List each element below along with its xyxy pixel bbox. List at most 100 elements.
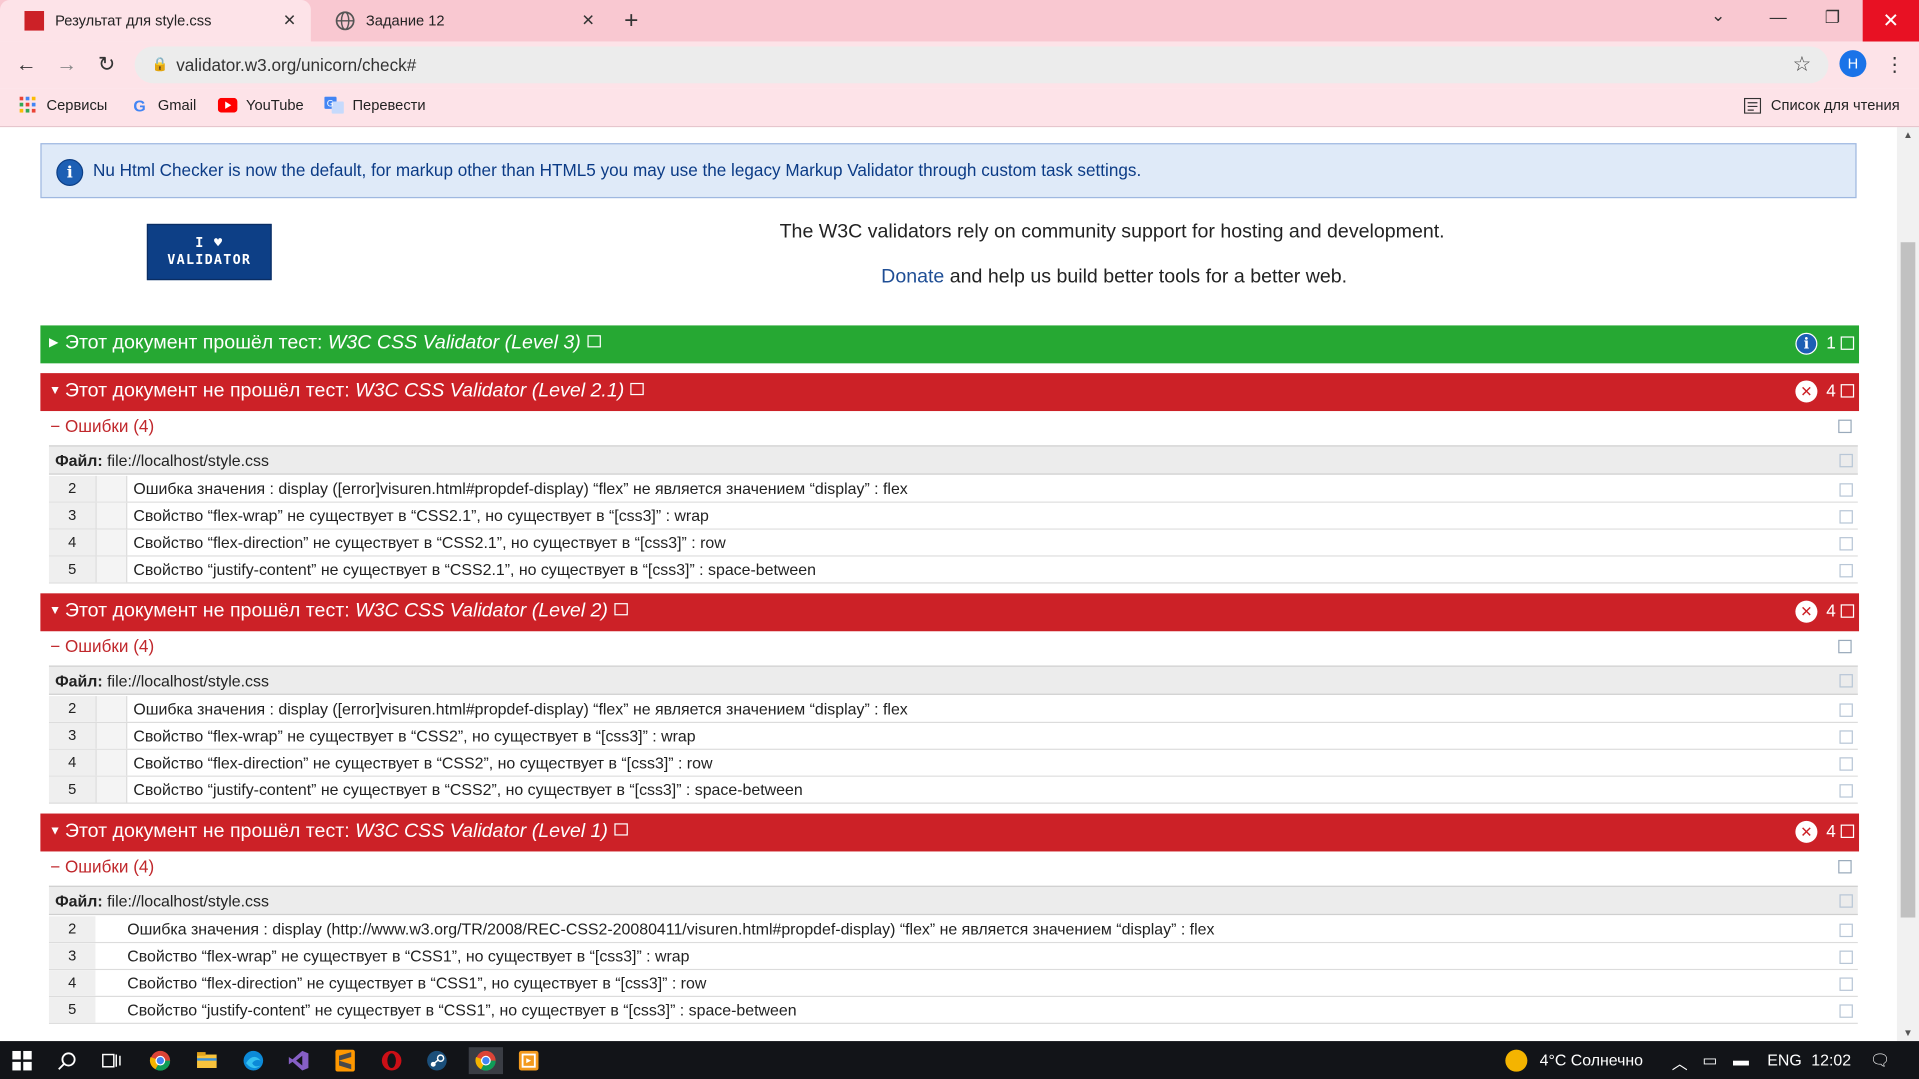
section-level-3-header[interactable]: ▶ Этот документ прошёл тест: W3C CSS Val…: [40, 325, 1860, 364]
task-view-icon[interactable]: [98, 1047, 125, 1074]
bookmark-translate[interactable]: G Перевести: [324, 96, 426, 114]
external-window-icon[interactable]: [614, 603, 628, 616]
scrollbar-thumb[interactable]: [1900, 242, 1916, 918]
external-window-icon[interactable]: [630, 382, 644, 396]
anchor-link-icon[interactable]: [1839, 453, 1853, 468]
file-explorer-icon[interactable]: [193, 1047, 220, 1074]
language-indicator[interactable]: ENG: [1767, 1051, 1801, 1069]
page-scrollbar[interactable]: ▲ ▼: [1896, 127, 1919, 1042]
collapse-triangle-icon[interactable]: ▼: [49, 384, 61, 397]
tab-zadanie-12[interactable]: Задание 12 ✕: [311, 0, 610, 42]
anchor-link-icon[interactable]: [1839, 784, 1853, 798]
section-level-1-header[interactable]: ▼ Этот документ не прошёл тест: W3C CSS …: [40, 813, 1860, 852]
tray-chevron-icon[interactable]: ︿: [1672, 1051, 1688, 1074]
tab-close-icon[interactable]: ✕: [581, 11, 594, 31]
anchor-link-icon[interactable]: [1839, 510, 1853, 524]
errors-label[interactable]: − Ошибки (4): [50, 416, 154, 436]
steam-icon[interactable]: [423, 1047, 450, 1074]
open-link-icon[interactable]: [1840, 336, 1855, 350]
opera-icon[interactable]: [378, 1047, 405, 1074]
anchor-link-icon[interactable]: [1839, 977, 1853, 991]
errors-label[interactable]: − Ошибки (4): [50, 856, 154, 876]
reading-list-button[interactable]: Список для чтения: [1743, 97, 1900, 114]
tab-close-icon[interactable]: ✕: [283, 11, 296, 31]
bookmark-services[interactable]: Сервисы: [18, 96, 107, 114]
anchor-link-icon[interactable]: [1838, 860, 1852, 874]
anchor-link-icon[interactable]: [1839, 563, 1853, 578]
network-icon[interactable]: ▭: [1702, 1051, 1717, 1071]
anchor-link-icon[interactable]: [1839, 1004, 1853, 1018]
window-close-button[interactable]: ✕: [1862, 0, 1919, 42]
i-love-validator-logo[interactable]: I ♥ VALIDATOR: [146, 223, 272, 281]
new-tab-button[interactable]: +: [624, 7, 638, 35]
windows-start-icon[interactable]: [9, 1047, 36, 1074]
validator-name[interactable]: W3C CSS Validator (Level 2): [355, 601, 608, 622]
tab-search-dropdown-icon[interactable]: ⌄: [1711, 5, 1725, 26]
expand-triangle-icon[interactable]: ▶: [49, 336, 58, 349]
bookmark-star-icon[interactable]: ☆: [1793, 53, 1812, 77]
notifications-icon[interactable]: 🗨: [1870, 1051, 1890, 1071]
weather-text[interactable]: 4°C Солнечно: [1540, 1051, 1643, 1069]
anchor-link-icon[interactable]: [1838, 419, 1852, 434]
anchor-link-icon[interactable]: [1839, 757, 1853, 771]
profile-avatar[interactable]: H: [1839, 50, 1867, 78]
forward-button[interactable]: →: [56, 53, 77, 77]
chrome-active-icon[interactable]: [468, 1047, 504, 1075]
bookmark-gmail[interactable]: G Gmail: [130, 96, 196, 114]
open-link-icon[interactable]: [1840, 824, 1855, 839]
anchor-link-icon[interactable]: [1839, 923, 1853, 938]
anchor-link-icon[interactable]: [1839, 703, 1853, 717]
windows-taskbar: 4°C Солнечно ︿ ▭ ▬ ENG 12:02 🗨: [0, 1041, 1919, 1079]
external-window-icon[interactable]: [586, 335, 601, 348]
errors-toggle[interactable]: − Ошибки (4): [40, 851, 1859, 883]
donate-link[interactable]: Donate: [881, 267, 944, 288]
minimize-button[interactable]: —: [1770, 7, 1787, 27]
anchor-link-icon[interactable]: [1839, 894, 1853, 908]
sublime-text-icon[interactable]: [332, 1047, 359, 1074]
collapse-triangle-icon[interactable]: ▼: [49, 825, 61, 838]
collapse-triangle-icon[interactable]: ▼: [49, 604, 61, 617]
clock[interactable]: 12:02: [1811, 1051, 1851, 1069]
lock-icon[interactable]: 🔒: [152, 56, 169, 72]
open-link-icon[interactable]: [1840, 604, 1855, 618]
anchor-link-icon[interactable]: [1839, 537, 1853, 551]
reload-button[interactable]: ↻: [98, 53, 115, 77]
errors-label[interactable]: − Ошибки (4): [50, 636, 154, 656]
line-number: 2: [48, 696, 96, 722]
back-button[interactable]: ←: [16, 53, 37, 77]
reading-list-label: Список для чтения: [1770, 96, 1900, 114]
bookmark-youtube[interactable]: YouTube: [217, 97, 304, 114]
url-text[interactable]: validator.w3.org/unicorn/check#: [176, 55, 416, 75]
anchor-link-icon[interactable]: [1838, 639, 1852, 654]
edge-icon[interactable]: [240, 1047, 267, 1074]
search-icon[interactable]: [54, 1047, 81, 1074]
address-bar[interactable]: 🔒 validator.w3.org/unicorn/check# ☆: [134, 46, 1829, 84]
scroll-down-arrow-icon[interactable]: ▼: [1897, 1028, 1919, 1039]
validator-name[interactable]: W3C CSS Validator (Level 2.1): [355, 380, 624, 401]
logo-line-2: VALIDATOR: [167, 252, 252, 268]
validator-name[interactable]: W3C CSS Validator (Level 1): [355, 821, 608, 842]
visual-studio-icon[interactable]: [285, 1047, 312, 1074]
info-icon: i: [1795, 332, 1818, 355]
open-link-icon[interactable]: [1840, 384, 1855, 398]
section-level-2-1-header[interactable]: ▼ Этот документ не прошёл тест: W3C CSS …: [40, 373, 1860, 412]
weather-sun-icon[interactable]: [1504, 1048, 1528, 1076]
anchor-link-icon[interactable]: [1839, 950, 1853, 965]
external-window-icon[interactable]: [614, 823, 628, 836]
anchor-link-icon[interactable]: [1839, 730, 1853, 744]
errors-toggle[interactable]: − Ошибки (4): [40, 631, 1859, 663]
anchor-link-icon[interactable]: [1839, 483, 1853, 497]
errors-toggle[interactable]: − Ошибки (4): [40, 411, 1859, 443]
browser-menu-icon[interactable]: ⋮: [1885, 53, 1905, 77]
anchor-link-icon[interactable]: [1839, 674, 1853, 688]
scroll-up-arrow-icon[interactable]: ▲: [1897, 130, 1919, 141]
section-level-2-header[interactable]: ▼ Этот документ не прошёл тест: W3C CSS …: [40, 593, 1860, 632]
chrome-icon[interactable]: [147, 1047, 174, 1074]
tab-result-style-css[interactable]: Результат для style.css ✕: [0, 0, 311, 42]
page-content: i Nu Html Checker is now the default, fo…: [0, 127, 1897, 1042]
restore-button[interactable]: ❐: [1825, 7, 1840, 28]
validator-name[interactable]: W3C CSS Validator (Level 3): [328, 333, 581, 354]
error-row: 4 Свойство “flex-direction” не существует…: [48, 529, 1858, 557]
app-orange-icon[interactable]: [515, 1047, 542, 1074]
battery-icon[interactable]: ▬: [1733, 1051, 1749, 1069]
